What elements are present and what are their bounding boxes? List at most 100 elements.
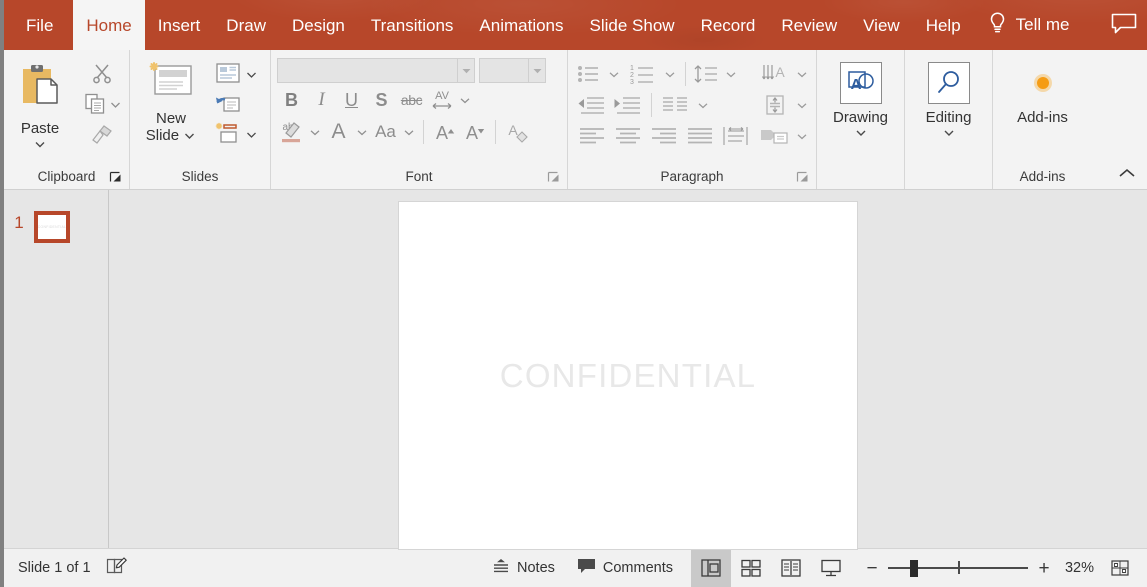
paragraph-dialog-launcher-icon[interactable] [796, 171, 809, 184]
tell-me-search[interactable]: Tell me [974, 0, 1080, 50]
reading-view-button[interactable] [771, 549, 811, 587]
editing-dropdown-chevron-icon[interactable] [942, 126, 956, 144]
tab-home[interactable]: Home [73, 0, 144, 50]
accessibility-notes-icon[interactable] [105, 556, 127, 580]
normal-view-button[interactable] [691, 549, 731, 587]
addins-button[interactable]: Add-ins [993, 54, 1092, 163]
reset-button[interactable] [215, 92, 241, 119]
collapse-ribbon-chevron-icon[interactable] [1117, 166, 1137, 185]
layout-dropdown-chevron-icon[interactable] [245, 67, 258, 85]
font-name-dropdown-arrow-icon[interactable] [457, 59, 474, 82]
zoom-slider[interactable] [888, 560, 1028, 576]
clipboard-dialog-launcher-icon[interactable] [109, 171, 122, 184]
fit-to-window-button[interactable] [1103, 559, 1137, 577]
character-spacing-button[interactable]: AV [427, 86, 456, 114]
tab-transitions[interactable]: Transitions [358, 0, 467, 50]
tab-draw[interactable]: Draw [213, 0, 279, 50]
text-highlight-color-button[interactable]: ab [277, 118, 306, 146]
drawing-button[interactable]: A Drawing [817, 54, 904, 163]
font-color-button[interactable]: A [324, 118, 353, 146]
text-shadow-button[interactable]: S [367, 86, 396, 114]
paste-button[interactable]: Paste [4, 54, 76, 163]
columns-dropdown-chevron-icon[interactable] [693, 91, 713, 119]
strikethrough-button[interactable]: abc [397, 86, 426, 114]
copy-button[interactable] [83, 92, 107, 121]
comments-status-button[interactable]: Comments [577, 558, 673, 578]
tab-transitions-label: Transitions [371, 17, 454, 34]
align-left-button[interactable] [574, 122, 610, 150]
zoom-in-button[interactable]: + [1037, 559, 1051, 578]
zoom-slider-handle[interactable] [910, 560, 918, 577]
slide-show-button[interactable] [811, 549, 851, 587]
bold-button[interactable]: B [277, 86, 306, 114]
slide-thumbnail-1[interactable]: CONFIDENTIAL [34, 211, 70, 243]
section-button[interactable] [215, 122, 241, 149]
slide-thumbnail-pane[interactable]: 1 CONFIDENTIAL [4, 190, 109, 548]
convert-to-smartart-button[interactable] [756, 122, 792, 150]
tab-insert[interactable]: Insert [145, 0, 214, 50]
smartart-dropdown-chevron-icon[interactable] [792, 122, 812, 150]
cut-button[interactable] [91, 62, 113, 88]
bullets-dropdown-chevron-icon[interactable] [604, 60, 624, 88]
text-direction-dropdown-chevron-icon[interactable] [792, 60, 812, 88]
align-text-dropdown-chevron-icon[interactable] [792, 91, 812, 119]
tab-review[interactable]: Review [768, 0, 850, 50]
notes-label: Notes [517, 560, 555, 576]
notes-button[interactable]: Notes [492, 558, 555, 578]
decrease-indent-button[interactable] [574, 91, 610, 119]
clear-all-formatting-button[interactable]: A [502, 118, 531, 146]
drawing-dropdown-chevron-icon[interactable] [854, 126, 868, 144]
new-slide-button[interactable]: New Slide [130, 54, 212, 163]
align-text-vertical-button[interactable] [756, 91, 792, 119]
line-spacing-dropdown-chevron-icon[interactable] [721, 60, 741, 88]
section-dropdown-chevron-icon[interactable] [245, 127, 258, 145]
change-case-button[interactable]: Aa [371, 118, 400, 146]
line-spacing-button[interactable] [691, 60, 721, 88]
align-center-button[interactable] [610, 122, 646, 150]
format-painter-button[interactable] [90, 124, 114, 150]
new-slide-dropdown-chevron-icon[interactable] [183, 127, 196, 144]
change-case-dropdown-chevron-icon[interactable] [401, 118, 417, 146]
slide-canvas[interactable]: CONFIDENTIAL [398, 201, 858, 550]
slide-canvas-area[interactable]: CONFIDENTIAL [109, 190, 1147, 548]
copy-dropdown-chevron-icon[interactable] [109, 97, 122, 115]
numbering-button[interactable]: 1 2 3 [624, 60, 660, 88]
numbering-dropdown-chevron-icon[interactable] [660, 60, 680, 88]
tab-design[interactable]: Design [279, 0, 358, 50]
paragraph-divider-2 [651, 93, 652, 117]
tab-view[interactable]: View [850, 0, 913, 50]
increase-indent-button[interactable] [610, 91, 646, 119]
italic-button[interactable]: I [307, 86, 336, 114]
font-size-combobox[interactable] [479, 58, 546, 83]
text-direction-button[interactable]: A [756, 60, 792, 88]
paste-dropdown-chevron-icon[interactable] [33, 137, 47, 155]
tab-slide-show[interactable]: Slide Show [577, 0, 688, 50]
layout-button[interactable] [215, 62, 241, 89]
font-size-dropdown-arrow-icon[interactable] [528, 59, 545, 82]
tab-file[interactable]: File [4, 0, 73, 50]
slide-watermark-text: CONFIDENTIAL [500, 357, 756, 395]
lightbulb-icon [988, 11, 1007, 40]
tab-animations[interactable]: Animations [466, 0, 576, 50]
text-fit-button[interactable] [718, 122, 754, 150]
slide-sorter-button[interactable] [731, 549, 771, 587]
text-highlight-dropdown-chevron-icon[interactable] [307, 118, 323, 146]
increase-font-size-button[interactable]: A [430, 118, 459, 146]
font-color-dropdown-chevron-icon[interactable] [354, 118, 370, 146]
bullets-button[interactable] [574, 60, 604, 88]
underline-button[interactable]: U [337, 86, 366, 114]
font-dialog-launcher-icon[interactable] [547, 171, 560, 184]
font-name-combobox[interactable] [277, 58, 475, 83]
zoom-out-button[interactable]: − [865, 559, 879, 578]
comments-button[interactable] [1080, 0, 1147, 50]
tab-help[interactable]: Help [913, 0, 974, 50]
character-spacing-dropdown-chevron-icon[interactable] [457, 86, 472, 114]
decrease-font-size-button[interactable]: A [460, 118, 489, 146]
editing-button[interactable]: Editing [905, 54, 992, 163]
ribbon-tab-bar: File Home Insert Draw Design Transitions… [4, 0, 1147, 50]
align-right-button[interactable] [646, 122, 682, 150]
tab-record[interactable]: Record [688, 0, 769, 50]
columns-button[interactable] [657, 91, 693, 119]
justify-button[interactable] [682, 122, 718, 150]
zoom-percentage[interactable]: 32% [1060, 560, 1094, 576]
